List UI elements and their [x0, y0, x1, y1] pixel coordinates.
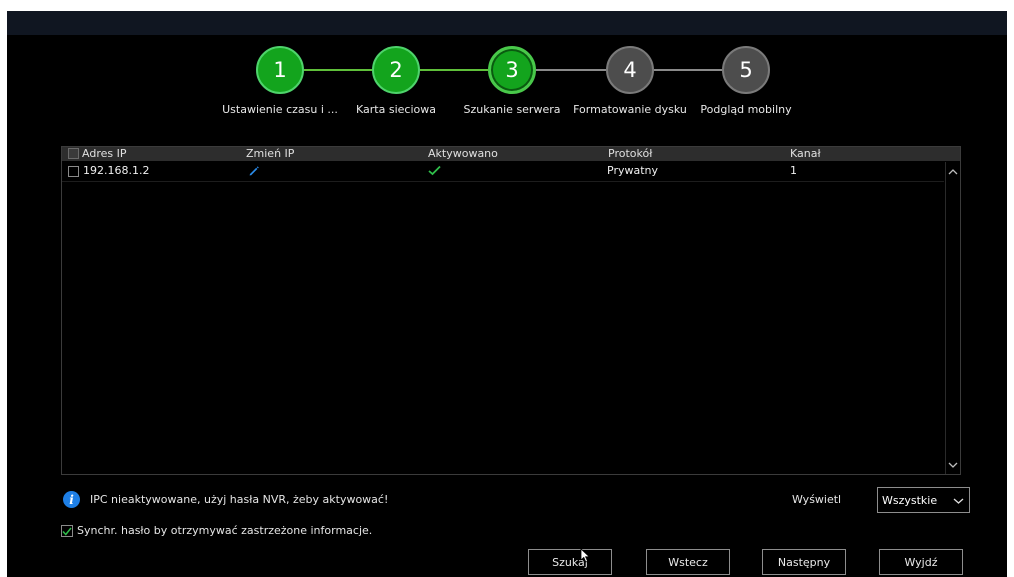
display-filter-value: Wszystkie — [882, 493, 938, 507]
step-connector-1-2 — [304, 69, 372, 71]
step-number: 4 — [623, 58, 637, 82]
select-all-checkbox[interactable] — [68, 148, 79, 159]
channel-cell: 1 — [790, 164, 797, 177]
column-header-change-ip[interactable]: Zmień IP — [246, 147, 294, 161]
sync-password-checkbox[interactable] — [61, 525, 73, 537]
column-header-channel[interactable]: Kanał — [790, 147, 821, 161]
exit-button[interactable]: Wyjdź — [879, 549, 963, 575]
next-button[interactable]: Następny — [762, 549, 846, 575]
step-number: 1 — [273, 58, 287, 82]
column-header-protocol[interactable]: Protokół — [608, 147, 652, 161]
wizard-step-3: 3 — [488, 46, 536, 94]
back-button[interactable]: Wstecz — [646, 549, 730, 575]
column-header-activated[interactable]: Aktywowano — [428, 147, 498, 161]
wizard-step-3-label: Szukanie serwera — [463, 103, 561, 116]
search-button[interactable]: Szukaj — [528, 549, 612, 575]
info-message: IPC nieaktywowane, użyj hasła NVR, żeby … — [90, 493, 389, 506]
mouse-cursor-icon — [580, 548, 591, 567]
sync-password-label[interactable]: Synchr. hasło by otrzymywać zastrzeżone … — [77, 524, 372, 537]
info-icon: i — [63, 491, 80, 508]
step-number: 3 — [505, 58, 519, 82]
wizard-step-5-label: Podgląd mobilny — [700, 103, 792, 116]
wizard-step-5: 5 — [722, 46, 770, 94]
table-header: Adres IP Zmień IP Aktywowano Protokół Ka… — [62, 147, 960, 161]
scroll-up-icon[interactable] — [946, 164, 960, 178]
display-filter-label: Wyświetl — [792, 493, 842, 506]
checkmark-icon — [428, 165, 441, 181]
wizard-step-1-label: Ustawienie czasu i ... — [222, 103, 338, 116]
wizard-step-2: 2 — [372, 46, 420, 94]
wizard-step-1: 1 — [256, 46, 304, 94]
setup-wizard-screen: 1 2 3 4 5 Ustawienie czasu i ... Karta s… — [7, 11, 1007, 577]
device-table: Adres IP Zmień IP Aktywowano Protokół Ka… — [61, 146, 961, 475]
protocol-cell: Prywatny — [607, 164, 659, 177]
pencil-icon[interactable] — [248, 165, 259, 181]
table-row[interactable]: 192.168.1.2 Prywatny 1 — [62, 163, 944, 182]
ip-address-cell: 192.168.1.2 — [83, 164, 150, 177]
wizard-step-4: 4 — [606, 46, 654, 94]
scroll-down-icon[interactable] — [946, 458, 960, 472]
display-filter-select[interactable]: Wszystkie — [877, 487, 970, 513]
table-scrollbar[interactable] — [945, 162, 960, 474]
step-connector-2-3 — [420, 69, 488, 71]
chevron-down-icon — [953, 495, 964, 508]
step-number: 5 — [739, 58, 753, 82]
wizard-step-2-label: Karta sieciowa — [356, 103, 436, 116]
step-connector-3-4 — [536, 69, 606, 71]
column-header-ip[interactable]: Adres IP — [82, 147, 126, 161]
wizard-step-4-label: Formatowanie dysku — [573, 103, 687, 116]
top-bar — [7, 11, 1007, 35]
step-connector-4-5 — [654, 69, 722, 71]
row-checkbox[interactable] — [68, 166, 79, 177]
step-number: 2 — [389, 58, 403, 82]
